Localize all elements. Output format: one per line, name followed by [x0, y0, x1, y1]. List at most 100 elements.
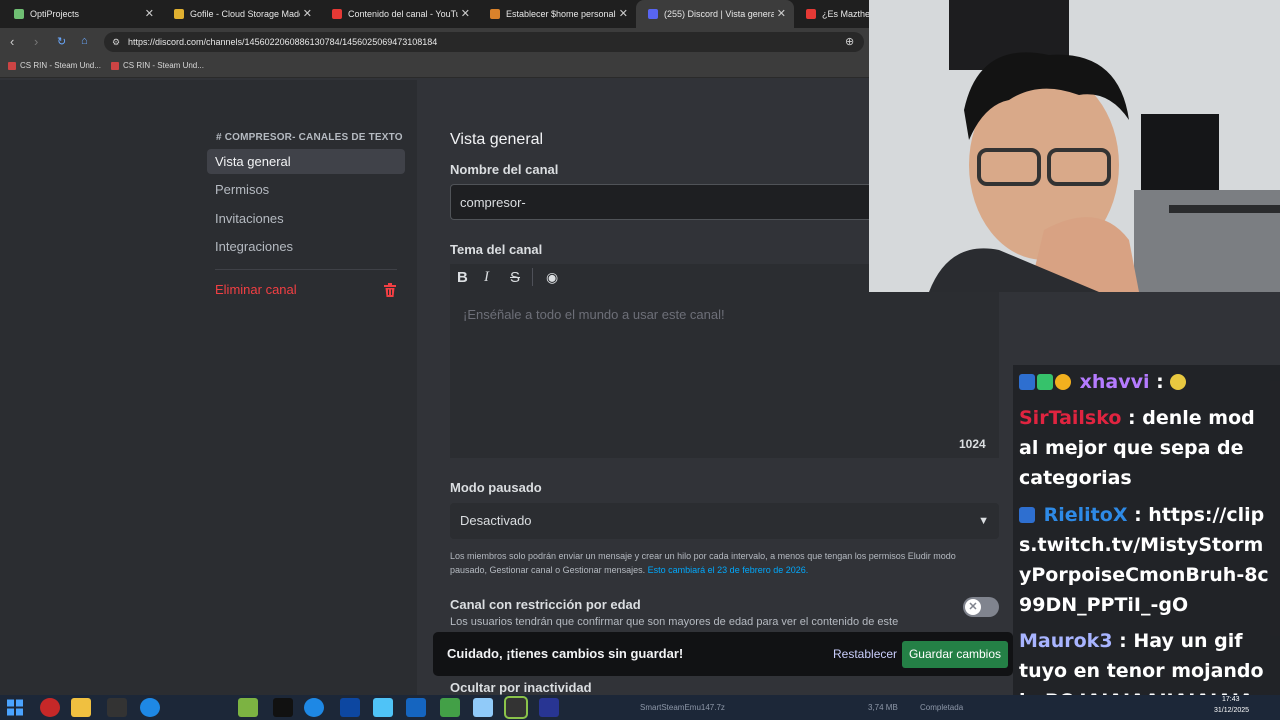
- tab-favicon-icon: [490, 9, 500, 19]
- app-icon[interactable]: [373, 698, 393, 717]
- site-info-icon[interactable]: ⚙: [112, 37, 120, 48]
- app-icon[interactable]: [539, 698, 559, 717]
- close-icon[interactable]: ✕: [303, 7, 312, 20]
- 7zip-icon[interactable]: [107, 698, 127, 717]
- app-icon[interactable]: [40, 698, 60, 717]
- app-icon[interactable]: [440, 698, 460, 717]
- terminal-icon[interactable]: [273, 698, 293, 717]
- clock-date: 31/12/2025: [1214, 707, 1250, 714]
- browser-tab[interactable]: ¿Es MaztherOS: [794, 0, 869, 28]
- chat-overlay: xhavvi : SirTailsko : denle mod al mejor…: [1013, 365, 1280, 712]
- reset-button[interactable]: Restablecer: [833, 647, 897, 661]
- slowmode-label: Modo pausado: [450, 480, 542, 495]
- strikethrough-icon[interactable]: S: [510, 269, 520, 286]
- file-explorer-icon[interactable]: [71, 698, 91, 717]
- reload-icon[interactable]: ↻: [57, 35, 66, 48]
- close-icon[interactable]: ✕: [619, 7, 628, 20]
- sidebar-item-permissions[interactable]: Permisos: [207, 177, 405, 202]
- markdown-toolbar: B I S ◉: [450, 264, 870, 292]
- sidebar-item-integrations[interactable]: Integraciones: [207, 234, 405, 259]
- slowmode-value: Desactivado: [460, 513, 532, 528]
- slowmode-select[interactable]: Desactivado ▼: [450, 503, 999, 539]
- chat-message: RielitoX : https://clips.twitch.tv/Misty…: [1019, 504, 1269, 616]
- download-status: Completada: [920, 703, 964, 712]
- trash-icon[interactable]: [384, 283, 396, 297]
- close-icon[interactable]: ✕: [777, 7, 786, 20]
- toggle-off-icon: ✕: [965, 599, 981, 615]
- italic-icon[interactable]: I: [484, 269, 489, 286]
- save-changes-button[interactable]: Guardar cambios: [902, 641, 1008, 668]
- slowmode-help: Los miembros solo podrán enviar un mensa…: [450, 549, 990, 577]
- age-restricted-help: Los usuarios tendrán que confirmar que s…: [450, 616, 899, 628]
- forward-arrow-icon[interactable]: ›: [34, 34, 38, 49]
- channel-topic-label: Tema del canal: [450, 242, 543, 257]
- home-icon[interactable]: ⌂: [81, 35, 88, 47]
- char-counter: 1024: [959, 437, 986, 451]
- chat-message: xhavvi :: [1019, 367, 1275, 397]
- bold-icon[interactable]: B: [457, 269, 468, 286]
- back-arrow-icon[interactable]: ‹: [10, 34, 14, 49]
- delete-channel-button[interactable]: Eliminar canal: [207, 277, 405, 302]
- sidebar-divider: [215, 269, 397, 270]
- chat-message: SirTailsko : denle mod al mejor que sepa…: [1019, 407, 1255, 489]
- close-icon[interactable]: ✕: [145, 7, 154, 20]
- unsaved-message: Cuidado, ¡tienes cambios sin guardar!: [447, 646, 684, 661]
- browser-tab[interactable]: OptiProjects ✕: [2, 0, 162, 28]
- close-icon[interactable]: ✕: [461, 7, 470, 20]
- browser-tab[interactable]: Contenido del canal - YouTube ✕: [320, 0, 478, 28]
- age-restricted-toggle[interactable]: ✕: [963, 597, 999, 617]
- bookmark-item[interactable]: CS RIN - Steam Und...: [111, 61, 204, 70]
- age-restricted-label: Canal con restricción por edad: [450, 597, 641, 612]
- toolbar-divider: [532, 268, 533, 286]
- app-icon[interactable]: [340, 698, 360, 717]
- vscode-icon[interactable]: [406, 698, 426, 717]
- tab-favicon-icon: [648, 9, 658, 19]
- channel-name-input[interactable]: compresor-: [450, 184, 870, 220]
- unsaved-changes-bar: Cuidado, ¡tienes cambios sin guardar! Re…: [433, 632, 1013, 676]
- tab-title: Gofile - Cloud Storage Made Si: [190, 9, 300, 19]
- taskbar: SmartSteamEmu147.7z 3,74 MB Completada 1…: [0, 695, 1280, 720]
- bookmark-item[interactable]: CS RIN - Steam Und...: [8, 61, 101, 70]
- bookmark-label: CS RIN - Steam Und...: [123, 61, 204, 70]
- spoiler-eye-icon[interactable]: ◉: [546, 269, 558, 286]
- badge-icon: [1019, 374, 1035, 390]
- tab-title: OptiProjects: [30, 9, 80, 19]
- chat-username: xhavvi: [1079, 371, 1150, 393]
- badge-icon: [1019, 507, 1035, 523]
- browser-tab[interactable]: Gofile - Cloud Storage Made Si ✕: [162, 0, 320, 28]
- sidebar-category-header: # COMPRESOR- CANALES DE TEXTO: [216, 132, 403, 143]
- slowmode-help-link[interactable]: Esto cambiará el 23 de febrero de 2026.: [648, 565, 809, 575]
- page-title: Vista general: [450, 131, 544, 148]
- badge-icon: [1055, 374, 1071, 390]
- windows-start-icon[interactable]: [6, 698, 24, 717]
- tab-title: Contenido del canal - YouTube: [348, 9, 458, 19]
- clock-time: 17:43: [1222, 696, 1240, 703]
- app-icon[interactable]: [140, 698, 160, 717]
- tab-favicon-icon: [174, 9, 184, 19]
- hide-inactivity-label: Ocultar por inactividad: [450, 680, 592, 695]
- tab-title: ¿Es MaztherOS: [822, 9, 869, 19]
- chat-username: Maurok3: [1019, 630, 1113, 652]
- app-icon[interactable]: [238, 698, 258, 717]
- chat-username: SirTailsko: [1019, 407, 1122, 429]
- sidebar-item-overview[interactable]: Vista general: [207, 149, 405, 174]
- webcam-overlay: [869, 0, 1280, 292]
- browser-tab[interactable]: Establecer $home personalizad ✕: [478, 0, 636, 28]
- sidebar-item-invites[interactable]: Invitaciones: [207, 206, 405, 231]
- emote-icon: [1170, 374, 1187, 390]
- url-field[interactable]: https://discord.com/channels/14560220608…: [104, 32, 864, 52]
- browser-tab-active[interactable]: (255) Discord | Vista general | c ✕: [636, 0, 794, 28]
- tab-favicon-icon: [14, 9, 24, 19]
- badge-icon: [1037, 374, 1053, 390]
- bookmark-icon: [8, 61, 16, 70]
- browser-icon[interactable]: [304, 698, 324, 717]
- download-name: SmartSteamEmu147.7z: [640, 703, 725, 712]
- tab-favicon-icon: [806, 9, 816, 19]
- bookmark-icon: [111, 61, 119, 70]
- tab-title: (255) Discord | Vista general | c: [664, 9, 774, 19]
- tab-title: Establecer $home personalizad: [506, 9, 616, 19]
- bookmark-label: CS RIN - Steam Und...: [20, 61, 101, 70]
- zoom-icon[interactable]: ⊕: [845, 35, 854, 48]
- 7zip-icon[interactable]: [504, 696, 528, 719]
- app-icon[interactable]: [473, 698, 493, 717]
